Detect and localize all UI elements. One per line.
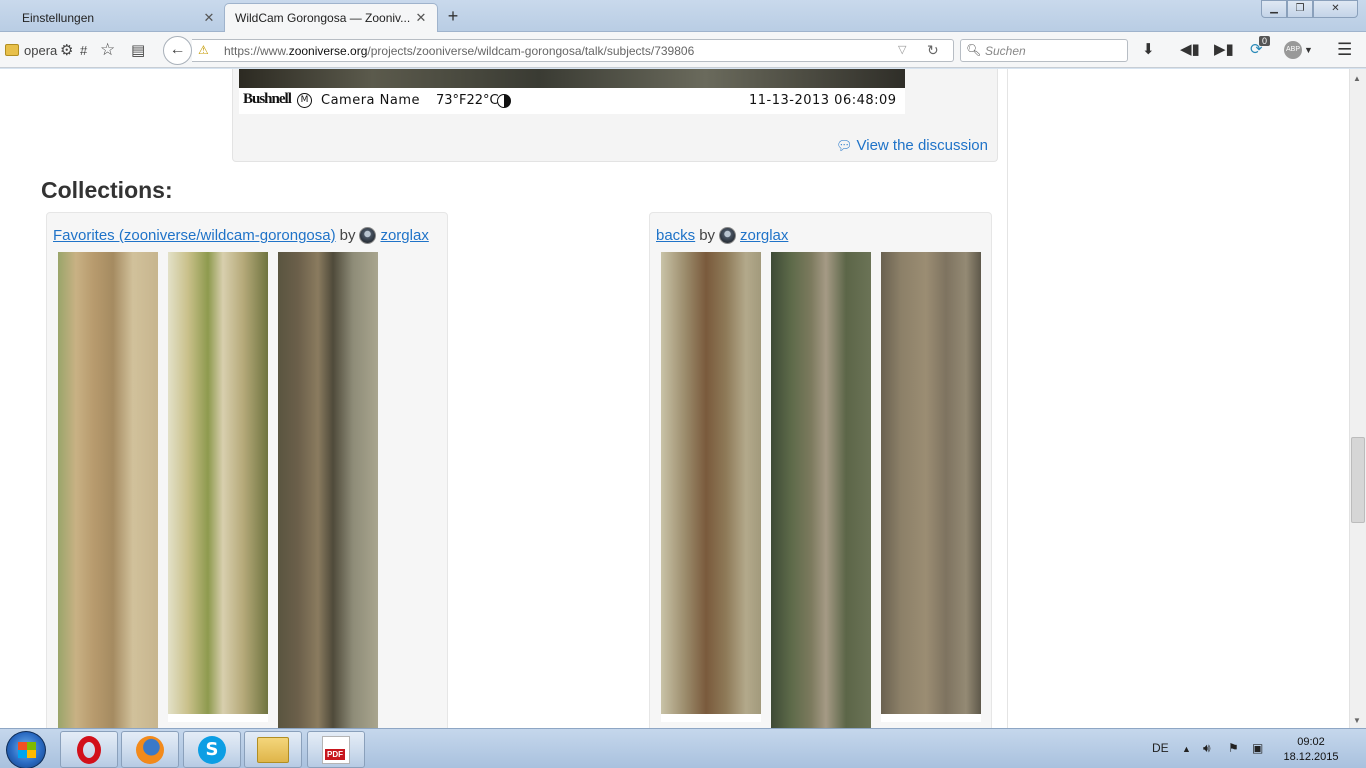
- notification-badge: 0: [1259, 36, 1271, 46]
- history-dropdown-icon[interactable]: ▽: [898, 43, 906, 56]
- bookmark-hash[interactable]: #: [80, 40, 87, 60]
- reload-icon[interactable]: ↻: [927, 42, 939, 59]
- collections-title: Collections:: [41, 177, 173, 203]
- minimize-button[interactable]: ▁: [1261, 0, 1287, 18]
- opera-icon: [77, 735, 101, 764]
- search-icon: 🔍︎: [966, 43, 982, 57]
- url-domain: zooniverse.org: [288, 44, 368, 58]
- camera-timestamp: 11-13-2013 06:48:09: [749, 93, 897, 108]
- avatar-icon[interactable]: [719, 227, 737, 244]
- collection-by: by: [699, 227, 716, 244]
- tab-wildcam[interactable]: WildCam Gorongosa — Zooniv... ✕: [224, 3, 438, 32]
- tab-label: Einstellungen: [22, 10, 95, 25]
- thumbnail-caption-strip: [168, 714, 268, 722]
- moon-phase-icon: [497, 94, 511, 108]
- taskbar-firefox[interactable]: [121, 731, 179, 768]
- folder-icon: [257, 736, 289, 763]
- thumbnail-caption-strip: [661, 714, 761, 722]
- url-text[interactable]: https://www.zooniverse.org/projects/zoon…: [224, 44, 694, 58]
- firefox-icon: [136, 735, 164, 764]
- close-tab-icon[interactable]: ✕: [415, 10, 427, 26]
- camera-temperature: 73°F22°C: [436, 93, 499, 108]
- close-window-button[interactable]: ✕: [1313, 0, 1358, 18]
- thumbnail-caption-strip: [881, 714, 981, 722]
- pdf-label: PDF: [325, 748, 345, 760]
- collection-thumbnail[interactable]: [881, 252, 981, 722]
- tab-label: WildCam Gorongosa — Zooniv...: [235, 11, 411, 25]
- sidebar-divider: [1007, 69, 1008, 728]
- taskbar-skype[interactable]: S: [183, 731, 241, 768]
- avatar-icon[interactable]: [359, 227, 377, 244]
- clock-date: 18.12.2015: [1283, 751, 1339, 763]
- camera-info-strip: Bushnell M Camera Name 73°F22°C 11-13-20…: [239, 88, 905, 114]
- maximize-button[interactable]: ❐: [1287, 0, 1313, 18]
- user-link[interactable]: zorglax: [740, 227, 788, 244]
- url-bar[interactable]: ⚠ https://www.zooniverse.org/projects/zo…: [192, 39, 954, 62]
- collection-link[interactable]: Favorites (zooniverse/wildcam-gorongosa): [53, 227, 336, 244]
- taskbar-explorer[interactable]: [244, 731, 302, 768]
- chevron-down-icon[interactable]: ▼: [1304, 45, 1313, 55]
- collection-thumbnail[interactable]: [278, 252, 378, 728]
- scroll-down-icon[interactable]: ▼: [1353, 716, 1361, 725]
- start-button[interactable]: [6, 731, 46, 768]
- subject-image[interactable]: [239, 69, 905, 88]
- close-tab-icon[interactable]: ✕: [203, 10, 215, 26]
- back-icon[interactable]: ←: [163, 36, 192, 65]
- collection-link[interactable]: backs: [656, 227, 695, 244]
- collection-header: backs by zorglax: [656, 227, 788, 244]
- show-hidden-icons-icon[interactable]: ▲: [1182, 744, 1191, 754]
- comments-icon: 💬︎: [836, 137, 853, 153]
- collection-thumbnail[interactable]: [58, 252, 158, 728]
- navigation-bar: opera ⚙ # ☆ ▤ ← ⚠ https://www.zooniverse…: [0, 32, 1366, 68]
- taskbar-pdf[interactable]: PDF: [307, 731, 365, 768]
- scrollbar-thumb[interactable]: [1351, 437, 1365, 523]
- network-icon[interactable]: ▣: [1252, 741, 1263, 755]
- view-discussion-label: View the discussion: [856, 137, 988, 154]
- camera-mode: M: [297, 93, 312, 108]
- search-placeholder: Suchen: [985, 44, 1026, 58]
- user-link[interactable]: zorglax: [380, 227, 428, 244]
- clock-time: 09:02: [1297, 736, 1325, 748]
- clock[interactable]: 09:02 18.12.2015: [1280, 735, 1342, 765]
- bookmark-opera[interactable]: opera: [24, 40, 57, 60]
- new-tab-button[interactable]: +: [444, 6, 462, 26]
- collection-thumbnail[interactable]: [661, 252, 761, 722]
- url-path: /projects/zooniverse/wildcam-gorongosa/t…: [367, 44, 695, 58]
- action-center-icon[interactable]: ⚑: [1228, 741, 1239, 755]
- warning-icon[interactable]: ⚠: [198, 43, 209, 57]
- adblock-icon[interactable]: ABP: [1284, 41, 1302, 59]
- menu-icon[interactable]: ☰: [1337, 40, 1352, 60]
- tab-strip: Einstellungen ✕ WildCam Gorongosa — Zoon…: [0, 0, 1366, 32]
- scroll-up-icon[interactable]: ▲: [1353, 74, 1361, 83]
- skype-icon: S: [198, 735, 226, 764]
- volume-icon[interactable]: 🔊︎: [1203, 741, 1211, 756]
- camera-brand: Bushnell: [243, 91, 292, 107]
- camera-name: Camera Name: [321, 93, 421, 108]
- search-box[interactable]: 🔍︎ Suchen: [960, 39, 1128, 62]
- chat-icon[interactable]: ◀▮: [1180, 40, 1200, 58]
- star-icon[interactable]: ☆: [100, 40, 115, 60]
- windows-logo-icon: [18, 742, 36, 758]
- collection-thumbnail[interactable]: [168, 252, 268, 722]
- page-content: Bushnell M Camera Name 73°F22°C 11-13-20…: [0, 69, 1349, 728]
- gear-icon[interactable]: ⚙: [60, 40, 73, 60]
- tab-einstellungen[interactable]: Einstellungen ✕: [0, 3, 225, 32]
- chat-icon[interactable]: ▶▮: [1214, 40, 1234, 58]
- url-prefix: https://www.: [224, 44, 289, 58]
- collection-by: by: [339, 227, 356, 244]
- collection-thumbnail[interactable]: [771, 252, 871, 728]
- view-discussion-link[interactable]: 💬︎ View the discussion: [836, 137, 988, 154]
- reader-icon[interactable]: ▤: [131, 40, 145, 60]
- pdf-icon: PDF: [322, 735, 350, 764]
- taskbar-opera[interactable]: [60, 731, 118, 768]
- language-indicator[interactable]: DE: [1152, 741, 1169, 755]
- collection-header: Favorites (zooniverse/wildcam-gorongosa)…: [53, 227, 429, 244]
- vertical-scrollbar[interactable]: [1349, 69, 1366, 728]
- download-icon[interactable]: ⬇: [1142, 40, 1155, 58]
- folder-icon[interactable]: [5, 44, 19, 56]
- taskbar: S PDF DE ▲ 🔊︎ ⚑ ▣ 09:02 18.12.2015: [0, 728, 1366, 768]
